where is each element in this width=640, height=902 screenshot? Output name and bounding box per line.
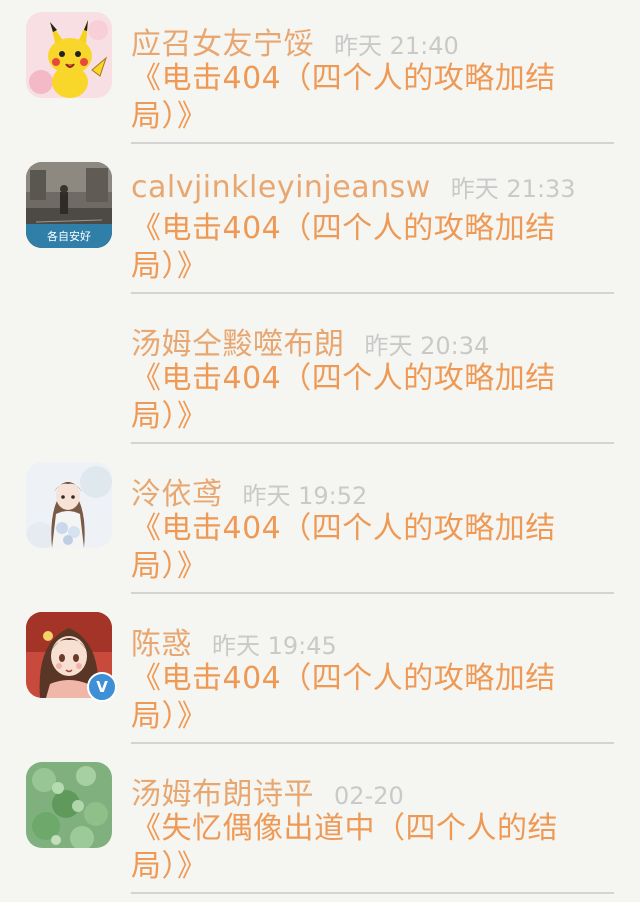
divider	[131, 592, 614, 594]
timestamp: 昨天 19:52	[242, 482, 368, 510]
comment-text: 《电击404（四个人的攻略加结局）》	[131, 661, 556, 734]
comment-text: 《电击404（四个人的攻略加结局）》	[131, 511, 556, 584]
divider	[131, 742, 614, 744]
comment-meta: 陈惑 昨天 19:45	[131, 619, 337, 663]
avatar[interactable]	[26, 12, 112, 98]
username[interactable]: 应召女友宁馁	[131, 19, 314, 63]
divider	[131, 892, 614, 894]
comment-item[interactable]: 应召女友宁馁 昨天 21:40 《电击404（四个人的攻略加结局）》	[0, 0, 640, 150]
timestamp: 昨天 21:40	[334, 32, 459, 60]
divider	[131, 442, 614, 444]
street-photo-icon: 各自安好	[26, 162, 112, 248]
comment-meta: 汤姆布朗诗平 02-20	[131, 769, 404, 813]
comment-feed: 应召女友宁馁 昨天 21:40 《电击404（四个人的攻略加结局）》 各自安好 …	[0, 0, 640, 902]
avatar[interactable]: 各自安好	[26, 162, 112, 248]
avatar-caption: 各自安好	[47, 229, 91, 243]
comment-text: 《电击404（四个人的攻略加结局）》	[131, 211, 556, 284]
pikachu-icon	[26, 12, 112, 98]
avatar[interactable]	[26, 762, 112, 848]
divider	[131, 142, 614, 144]
comment-item[interactable]: 汤姆仝黢噬布朗 昨天 20:34 《电击404（四个人的攻略加结局）》	[0, 300, 640, 450]
comment-text: 《电击404（四个人的攻略加结局）》	[131, 61, 556, 134]
verified-badge: V	[87, 672, 117, 702]
username[interactable]: 泠依鸢	[131, 469, 223, 513]
comment-text: 《电击404（四个人的攻略加结局）》	[131, 361, 556, 434]
username[interactable]: 陈惑	[131, 619, 192, 663]
divider	[131, 292, 614, 294]
comment-meta: 汤姆仝黢噬布朗 昨天 20:34	[131, 319, 489, 363]
comment-meta: calvjinkleyinjeansw 昨天 21:33	[131, 169, 576, 213]
comment-item[interactable]: 各自安好 calvjinkleyinjeansw 昨天 21:33 《电击404…	[0, 150, 640, 300]
avatar[interactable]	[26, 312, 112, 398]
timestamp: 昨天 21:33	[450, 175, 576, 203]
username[interactable]: 汤姆布朗诗平	[131, 769, 314, 813]
comment-meta: 泠依鸢 昨天 19:52	[131, 469, 367, 513]
username[interactable]: 汤姆仝黢噬布朗	[131, 319, 345, 363]
username[interactable]: calvjinkleyinjeansw	[131, 170, 431, 205]
avatar[interactable]	[26, 462, 112, 548]
comment-item[interactable]: V 陈惑 昨天 19:45 《电击404（四个人的攻略加结局）》	[0, 600, 640, 750]
timestamp: 昨天 19:45	[212, 632, 337, 660]
clover-icon	[26, 762, 112, 848]
timestamp: 昨天 20:34	[364, 332, 490, 360]
timestamp: 02-20	[334, 782, 404, 810]
comment-item[interactable]: 泠依鸢 昨天 19:52 《电击404（四个人的攻略加结局）》	[0, 450, 640, 600]
comment-item[interactable]: 汤姆布朗诗平 02-20 《失忆偶像出道中（四个人的结局）》	[0, 750, 640, 900]
anime-girl-flowers-icon	[26, 462, 112, 548]
comment-meta: 应召女友宁馁 昨天 21:40	[131, 19, 459, 63]
comment-text: 《失忆偶像出道中（四个人的结局）》	[131, 811, 558, 884]
